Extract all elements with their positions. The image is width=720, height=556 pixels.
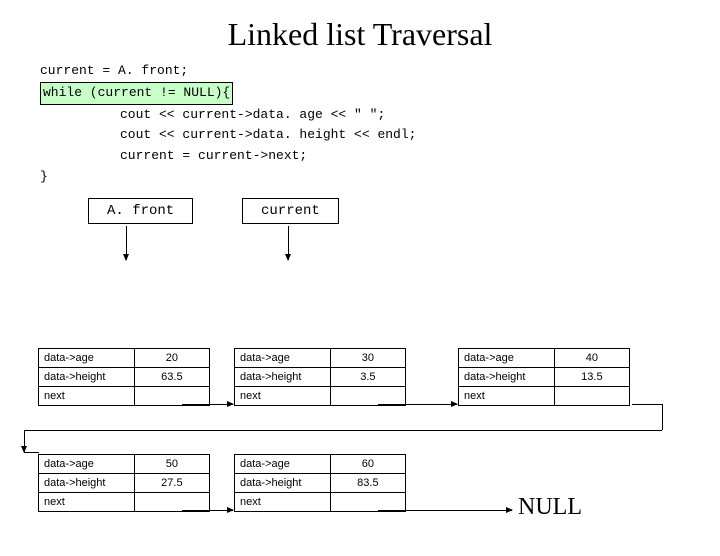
node-4-height-label: data->height [235,474,331,493]
node-3: data->age50 data->height27.5 next [38,454,210,512]
arrow-0-to-1 [182,404,233,405]
wrap-seg-a [632,404,662,405]
node-1-next-label: next [235,387,331,406]
code-line-6: } [40,167,720,188]
code-line-1: current = A. front; [40,61,720,82]
wrap-seg-b [662,404,663,430]
node-2: data->age40 data->height13.5 next [458,348,630,406]
front-pointer-box: A. front [88,198,193,224]
node-1-height-label: data->height [235,368,331,387]
wrap-seg-d [24,430,25,452]
current-pointer-box: current [242,198,339,224]
front-arrow [126,226,127,260]
node-0-height-label: data->height [39,368,135,387]
node-4: data->age60 data->height83.5 next [234,454,406,512]
page-title: Linked list Traversal [0,16,720,53]
node-2-next-label: next [459,387,555,406]
nodes-area: data->age20 data->height63.5 next data->… [38,348,700,544]
node-0-age: 20 [134,349,209,368]
code-line-5: current = current->next; [40,146,720,167]
node-0-age-label: data->age [39,349,135,368]
arrow-3-to-4 [182,510,233,511]
node-2-height: 13.5 [554,368,629,387]
node-2-age: 40 [554,349,629,368]
code-line-2-highlight: while (current != NULL){ [40,82,233,105]
node-1-height: 3.5 [330,368,405,387]
wrap-seg-e [24,452,39,453]
current-arrow [288,226,289,260]
node-4-age-label: data->age [235,455,331,474]
node-3-height: 27.5 [134,474,209,493]
code-line-4: cout << current->data. height << endl; [40,125,720,146]
node-1-age: 30 [330,349,405,368]
pointer-area: A. front current [0,198,720,278]
node-0-next-label: next [39,387,135,406]
node-2-height-label: data->height [459,368,555,387]
node-1-age-label: data->age [235,349,331,368]
arrow-1-to-2 [378,404,457,405]
code-block: current = A. front; while (current != NU… [40,61,720,188]
arrow-4-to-null [378,510,512,511]
node-3-age: 50 [134,455,209,474]
node-3-age-label: data->age [39,455,135,474]
code-line-3: cout << current->data. age << " "; [40,105,720,126]
node-3-next-label: next [39,493,135,512]
node-3-height-label: data->height [39,474,135,493]
wrap-seg-c [24,430,662,431]
node-0-height: 63.5 [134,368,209,387]
node-4-next-label: next [235,493,331,512]
node-4-height: 83.5 [330,474,405,493]
node-1: data->age30 data->height3.5 next [234,348,406,406]
node-0: data->age20 data->height63.5 next [38,348,210,406]
node-2-age-label: data->age [459,349,555,368]
node-4-age: 60 [330,455,405,474]
null-label: NULL [518,494,582,521]
